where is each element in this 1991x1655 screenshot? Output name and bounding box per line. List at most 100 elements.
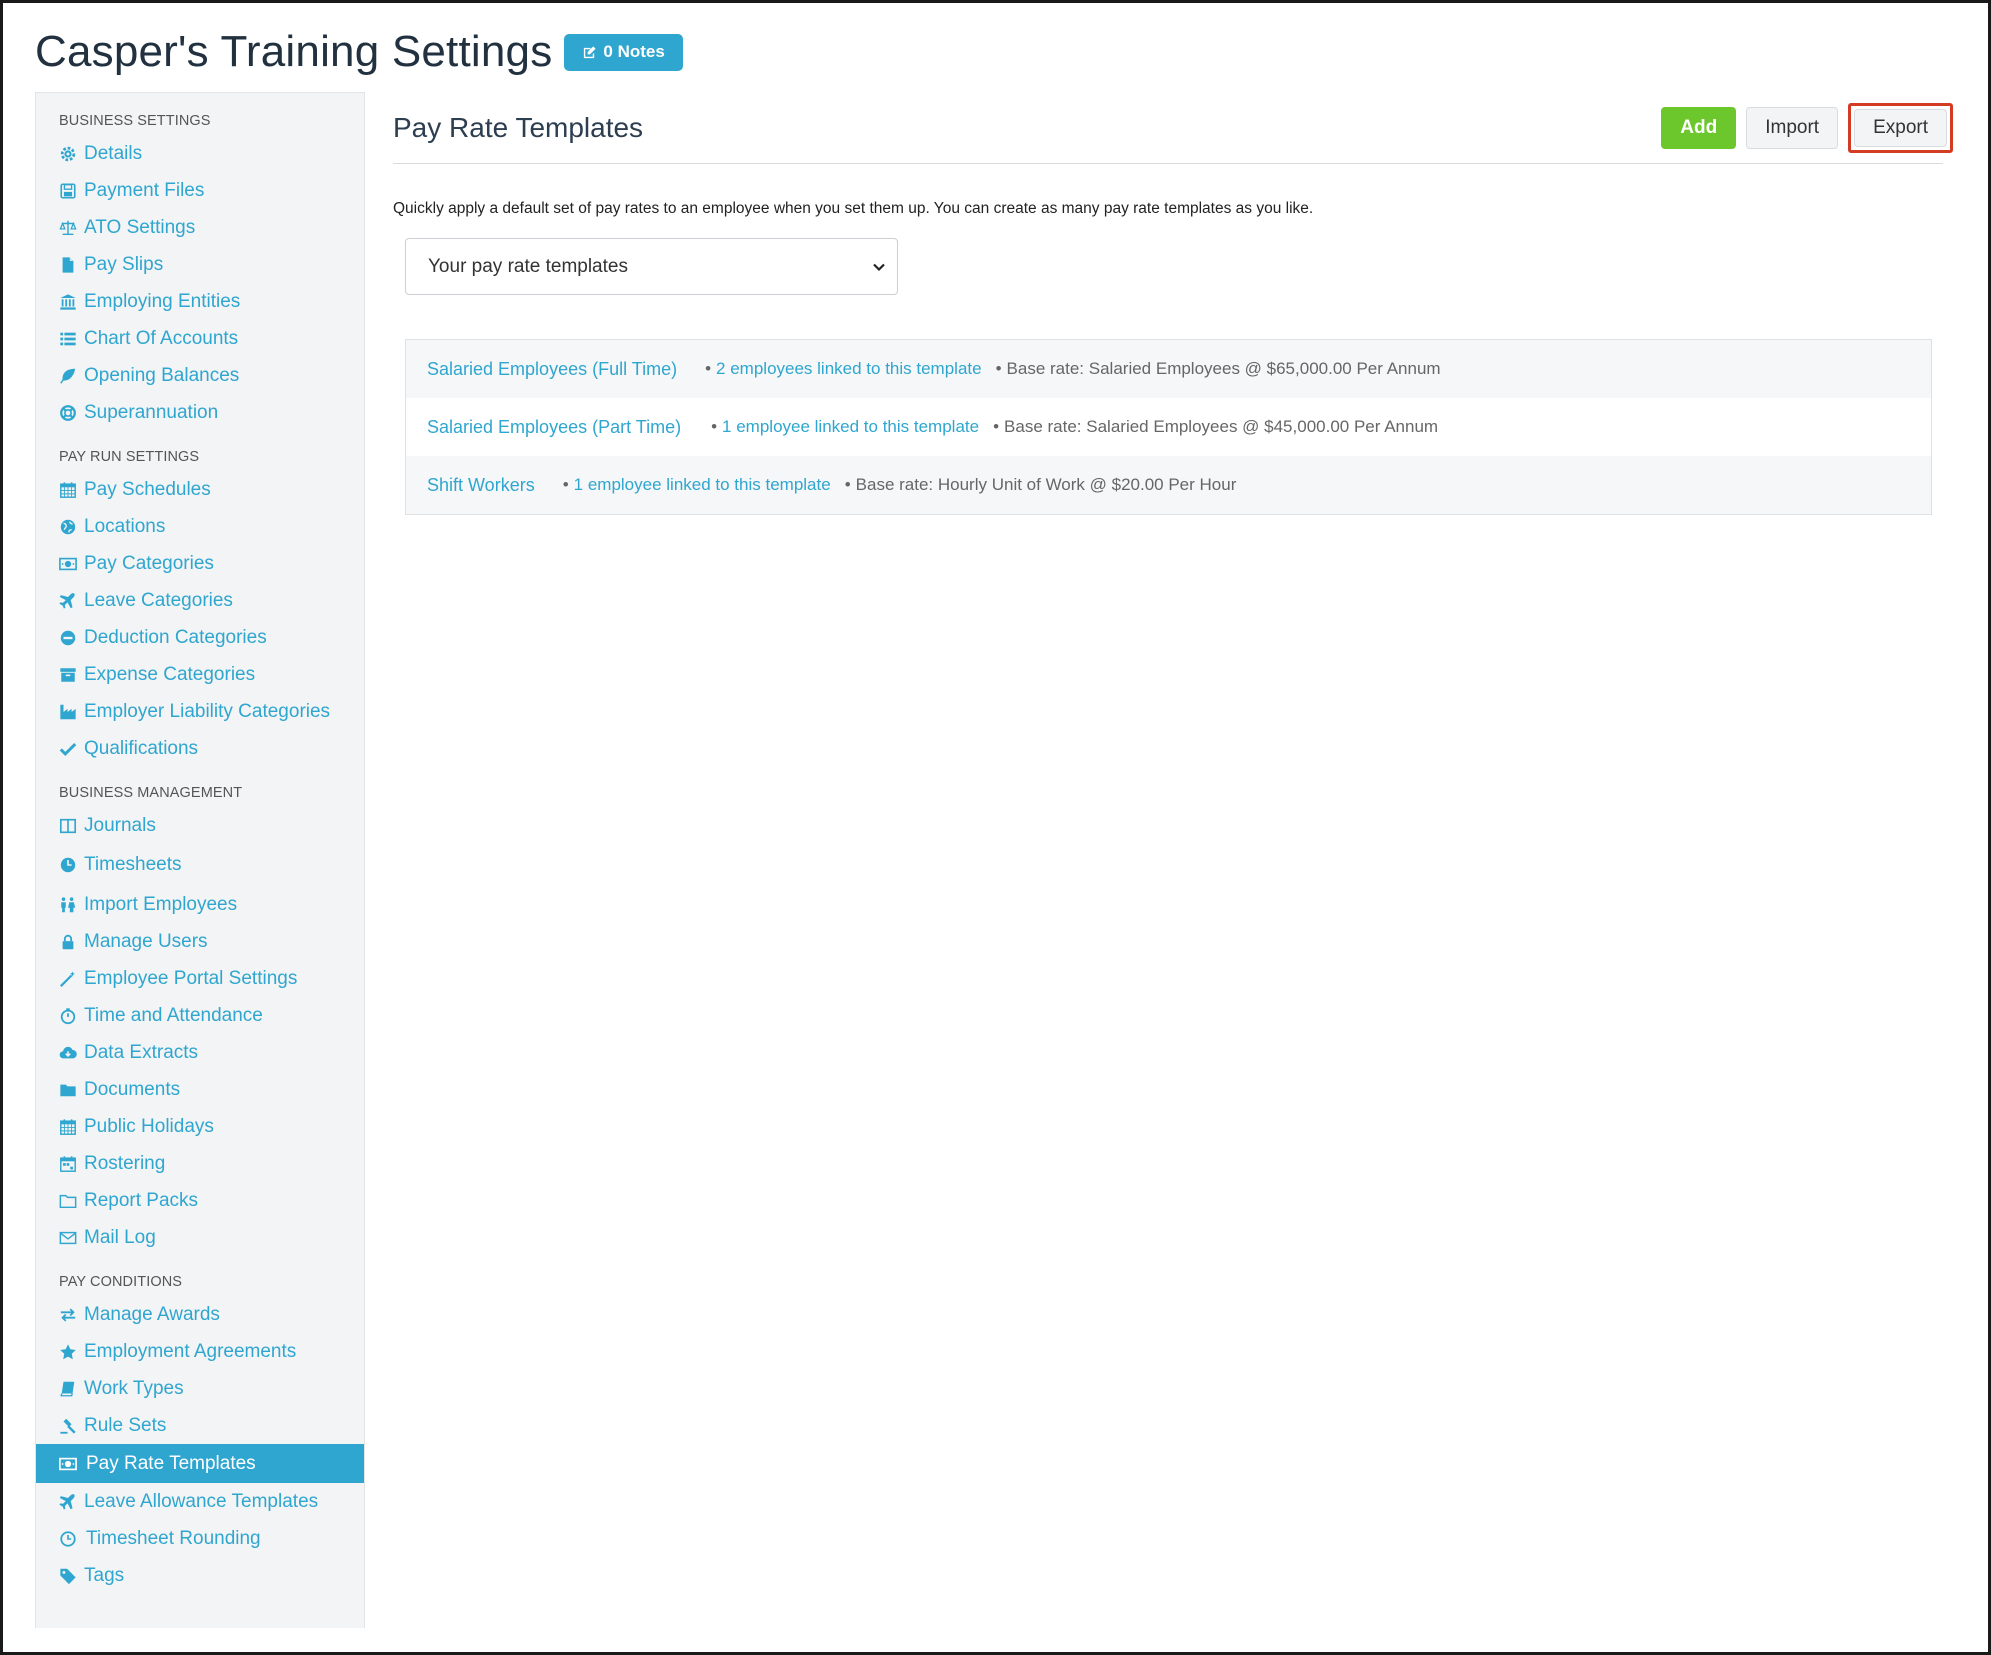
linked-employees-link[interactable]: • 2 employees linked to this template: [705, 359, 982, 379]
sidebar-item-label: Employee Portal Settings: [84, 967, 298, 989]
money-icon: [58, 1454, 78, 1474]
sidebar-item-employee-portal-settings[interactable]: Employee Portal Settings: [36, 960, 364, 997]
calendar-icon: [58, 480, 78, 500]
sidebar-item-rule-sets[interactable]: Rule Sets: [36, 1407, 364, 1444]
check-icon: [58, 739, 78, 759]
columns-icon: [58, 816, 78, 836]
sidebar-item-rostering[interactable]: Rostering: [36, 1145, 364, 1182]
archive-icon: [58, 665, 78, 685]
template-name-link[interactable]: Salaried Employees (Part Time): [427, 417, 681, 438]
separator-dot: •: [993, 417, 1000, 436]
template-name-link[interactable]: Shift Workers: [427, 475, 535, 496]
template-name-link[interactable]: Salaried Employees (Full Time): [427, 359, 677, 380]
sidebar-item-opening-balances[interactable]: Opening Balances: [36, 357, 364, 394]
separator-dot: •: [844, 475, 851, 494]
sidebar-item-label: Rule Sets: [84, 1414, 167, 1436]
sidebar-item-label: Deduction Categories: [84, 626, 267, 648]
sidebar-item-mail-log[interactable]: Mail Log: [36, 1219, 364, 1256]
notes-label: 0 Notes: [603, 42, 665, 61]
sidebar-item-pay-schedules[interactable]: Pay Schedules: [36, 471, 364, 508]
table-row: Salaried Employees (Part Time) • 1 employ…: [406, 398, 1931, 456]
sidebar-item-payment-files[interactable]: Payment Files: [36, 172, 364, 209]
sidebar-item-ato-settings[interactable]: ATO Settings: [36, 209, 364, 246]
linked-employees-link[interactable]: • 1 employee linked to this template: [711, 417, 979, 437]
sidebar-item-employer-liability-categories[interactable]: Employer Liability Categories: [36, 693, 364, 730]
sidebar-section-heading: BUSINESS MANAGEMENT: [59, 785, 243, 801]
sidebar-item-label: Time and Attendance: [84, 1004, 263, 1026]
sidebar-item-pay-slips[interactable]: Pay Slips: [36, 246, 364, 283]
sidebar-item-label: Opening Balances: [84, 364, 240, 386]
sidebar-item-label: Mail Log: [84, 1226, 156, 1248]
sidebar-item-qualifications[interactable]: Qualifications: [36, 730, 364, 767]
sidebar-item-label: Report Packs: [84, 1189, 199, 1211]
base-rate: • Base rate: Salaried Employees @ $45,000…: [993, 417, 1438, 437]
sidebar-item-manage-awards[interactable]: Manage Awards: [36, 1296, 364, 1333]
sidebar-item-public-holidays[interactable]: Public Holidays: [36, 1108, 364, 1145]
sidebar-item-tags[interactable]: Tags: [36, 1557, 364, 1594]
separator-dot: •: [711, 417, 718, 436]
sidebar-item-label: Timesheets: [84, 854, 182, 875]
stopwatch-icon: [58, 1006, 78, 1026]
sidebar-item-import-employees[interactable]: Import Employees: [36, 886, 364, 923]
clock-icon: [58, 1529, 78, 1549]
list-icon: [58, 329, 78, 349]
linked-employees-text: 1 employee linked to this template: [573, 475, 831, 494]
sidebar-item-leave-allowance-templates[interactable]: Leave Allowance Templates: [36, 1483, 364, 1520]
sidebar-item-details[interactable]: Details: [36, 135, 364, 172]
export-button[interactable]: Export: [1854, 108, 1947, 147]
import-button[interactable]: Import: [1746, 106, 1839, 149]
sidebar-item-documents[interactable]: Documents: [36, 1071, 364, 1108]
sidebar-item-leave-categories[interactable]: Leave Categories: [36, 582, 364, 619]
sidebar-item-label: Employment Agreements: [84, 1340, 297, 1362]
sidebar-item-chart-of-accounts[interactable]: Chart Of Accounts: [36, 320, 364, 357]
sidebar-item-time-and-attendance[interactable]: Time and Attendance: [36, 997, 364, 1034]
sidebar-item-label: Employing Entities: [84, 290, 241, 312]
sidebar-item-label: Import Employees: [84, 893, 238, 915]
sidebar-item-locations[interactable]: Locations: [36, 508, 364, 545]
people-icon: [58, 895, 78, 915]
sidebar-item-timesheet-rounding[interactable]: Timesheet Rounding: [36, 1520, 364, 1557]
industry-icon: [58, 702, 78, 722]
linked-employees-text: 1 employee linked to this template: [722, 417, 980, 436]
templates-table: Salaried Employees (Full Time) • 2 employ…: [405, 339, 1932, 515]
sidebar-item-label: Data Extracts: [84, 1041, 199, 1063]
sidebar-item-work-types[interactable]: Work Types: [36, 1370, 364, 1407]
sidebar-item-label: Timesheet Rounding: [86, 1527, 261, 1549]
sidebar-item-employing-entities[interactable]: Employing Entities: [36, 283, 364, 320]
sidebar-section-heading: PAY CONDITIONS: [59, 1274, 183, 1290]
sidebar-item-label: Manage Awards: [84, 1303, 220, 1325]
edit-icon: [584, 45, 597, 58]
sidebar-item-manage-users[interactable]: Manage Users: [36, 923, 364, 960]
sidebar-item-label: Work Types: [84, 1377, 184, 1399]
sidebar-item-pay-rate-templates[interactable]: Pay Rate Templates: [36, 1444, 364, 1483]
sidebar-item-report-packs[interactable]: Report Packs: [36, 1182, 364, 1219]
sidebar-item-expense-categories[interactable]: Expense Categories: [36, 656, 364, 693]
linked-employees-text: 2 employees linked to this template: [716, 359, 982, 378]
sidebar-item-data-extracts[interactable]: Data Extracts: [36, 1034, 364, 1071]
template-select[interactable]: Your pay rate templates: [405, 238, 898, 295]
sidebar-item-label: Pay Slips: [84, 253, 164, 275]
sidebar-item-deduction-categories[interactable]: Deduction Categories: [36, 619, 364, 656]
toolbar: Add Import Export: [1661, 102, 1953, 153]
sidebar-item-pay-categories[interactable]: Pay Categories: [36, 545, 364, 582]
sidebar-item-timesheets[interactable]: Timesheets: [36, 844, 364, 886]
base-rate-text: Base rate: Salaried Employees @ $65,000.…: [1006, 359, 1441, 378]
star-icon: [58, 1342, 78, 1362]
sidebar-item-label: Manage Users: [84, 930, 208, 952]
tag-icon: [58, 1566, 78, 1586]
sidebar-item-label: Expense Categories: [84, 663, 256, 685]
template-select-value: Your pay rate templates: [428, 255, 628, 277]
add-button[interactable]: Add: [1661, 106, 1737, 149]
sidebar-item-label: Employer Liability Categories: [84, 700, 331, 722]
linked-employees-link[interactable]: • 1 employee linked to this template: [563, 475, 831, 495]
base-rate-text: Base rate: Salaried Employees @ $45,000.…: [1004, 417, 1439, 436]
sidebar-item-label: Documents: [84, 1078, 181, 1100]
plane-icon: [58, 591, 78, 611]
sidebar-item-journals[interactable]: Journals: [36, 807, 364, 844]
sidebar-item-label: Pay Schedules: [84, 478, 211, 500]
exchange-icon: [58, 1305, 78, 1325]
notes-button[interactable]: 0 Notes: [564, 33, 683, 71]
sidebar-item-employment-agreements[interactable]: Employment Agreements: [36, 1333, 364, 1370]
calendar-grid-icon: [58, 1154, 78, 1174]
sidebar-item-superannuation[interactable]: Superannuation: [36, 394, 364, 431]
